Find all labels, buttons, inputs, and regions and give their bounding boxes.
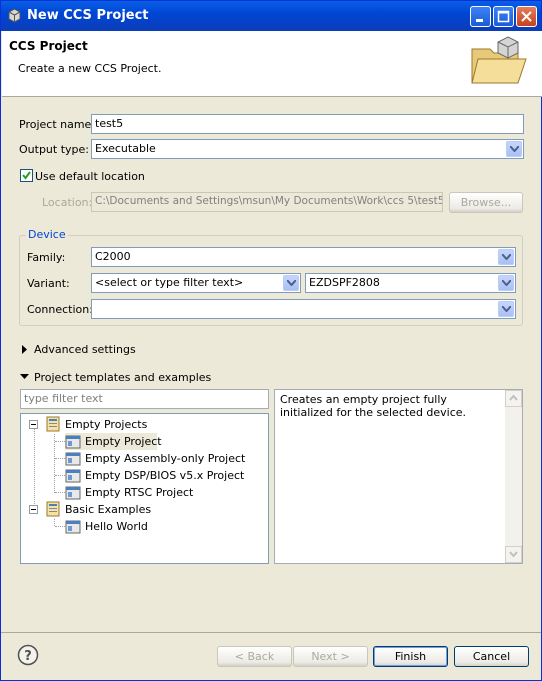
variant-value: EZDSPF2808 <box>309 276 380 289</box>
connection-select[interactable] <box>91 299 516 319</box>
chevron-down-icon[interactable] <box>498 275 514 291</box>
tree-guide-line <box>55 492 65 493</box>
chevron-down-icon[interactable] <box>498 249 514 265</box>
template-category-icon <box>46 416 60 432</box>
back-button[interactable]: < Back <box>217 646 292 667</box>
tree-guide-line <box>55 458 65 459</box>
project-name-input[interactable]: test5 <box>91 114 524 134</box>
new-ccs-project-dialog: New CCS Project CCS Project Create a new… <box>0 0 542 681</box>
minimize-button[interactable] <box>470 6 491 27</box>
page-description: Create a new CCS Project. <box>18 62 162 75</box>
maximize-icon <box>497 10 510 23</box>
tree-item-empty-assembly-project[interactable]: Empty Assembly-only Project <box>65 450 265 467</box>
tree-item-label: Empty Projects <box>65 418 148 431</box>
tree-item-empty-project[interactable]: Empty Project <box>65 433 162 450</box>
tree-item-hello-world[interactable]: Hello World <box>65 518 265 535</box>
device-group-title: Device <box>26 228 68 241</box>
output-type-value: Executable <box>95 142 156 155</box>
template-description-text: Creates an empty project fully initializ… <box>280 393 467 419</box>
advanced-settings-toggle[interactable]: Advanced settings <box>34 343 136 356</box>
project-template-icon <box>65 435 81 449</box>
maximize-button[interactable] <box>493 6 514 27</box>
scroll-down-button[interactable] <box>505 546 522 563</box>
tree-guide-line <box>54 434 55 493</box>
family-value: C2000 <box>95 250 131 263</box>
project-name-label: Project name: <box>19 118 96 131</box>
tree-item-empty-projects[interactable]: Empty Projects <box>45 416 245 433</box>
tree-item-label: Empty RTSC Project <box>85 486 194 499</box>
variant-filter-value: <select or type filter text> <box>95 276 244 289</box>
tree-item-empty-dspbios-project[interactable]: Empty DSP/BIOS v5.x Project <box>65 467 265 484</box>
next-button[interactable]: Next > <box>293 646 368 667</box>
description-scrollbar[interactable] <box>505 390 522 563</box>
variant-filter-select[interactable]: <select or type filter text> <box>91 273 301 293</box>
tree-item-empty-rtsc-project[interactable]: Empty RTSC Project <box>65 484 265 501</box>
close-button[interactable] <box>516 6 537 27</box>
templates-toggle[interactable]: Project templates and examples <box>34 371 211 384</box>
collapse-icon[interactable] <box>29 505 38 514</box>
tree-item-label: Empty Assembly-only Project <box>85 452 246 465</box>
chevron-down-icon[interactable] <box>498 301 514 317</box>
collapse-icon[interactable] <box>29 420 38 429</box>
chevron-up-icon <box>509 394 518 401</box>
tree-item-label: Empty Project <box>85 435 162 448</box>
location-input[interactable]: C:\Documents and Settings\msun\My Docume… <box>91 192 443 212</box>
chevron-down-icon[interactable] <box>20 374 29 380</box>
app-icon <box>8 8 21 23</box>
template-tree[interactable]: Empty Projects Empty Project Empty Assem… <box>20 413 269 564</box>
project-template-icon <box>65 486 81 500</box>
tree-item-label: Hello World <box>85 520 148 533</box>
project-template-icon <box>65 452 81 466</box>
browse-button[interactable]: Browse... <box>449 192 523 213</box>
variant-label: Variant: <box>27 277 70 290</box>
checkmark-icon <box>22 171 31 180</box>
svg-text:?: ? <box>24 649 32 664</box>
variant-select[interactable]: EZDSPF2808 <box>305 273 516 293</box>
window-title: New CCS Project <box>27 8 149 23</box>
output-type-select[interactable]: Executable <box>91 139 524 159</box>
family-select[interactable]: C2000 <box>91 247 516 267</box>
page-title: CCS Project <box>9 39 88 53</box>
new-project-folder-icon <box>471 36 527 84</box>
chevron-down-icon[interactable] <box>283 275 299 291</box>
finish-button[interactable]: Finish <box>373 646 448 667</box>
chevron-down-icon[interactable] <box>506 141 522 157</box>
tree-guide-line <box>55 441 65 442</box>
close-icon <box>521 11 532 22</box>
tree-item-label: Empty DSP/BIOS v5.x Project <box>85 469 245 482</box>
tree-item-label: Basic Examples <box>65 503 152 516</box>
output-type-label: Output type: <box>19 143 89 156</box>
template-category-icon <box>46 501 60 517</box>
family-label: Family: <box>27 251 66 264</box>
tree-guide-line <box>54 519 55 526</box>
minimize-icon <box>476 19 483 22</box>
tree-guide-line <box>55 526 65 527</box>
cancel-button[interactable]: Cancel <box>454 646 529 667</box>
use-default-location-checkbox[interactable] <box>20 169 33 182</box>
use-default-location-label[interactable]: Use default location <box>35 170 145 183</box>
scroll-up-button[interactable] <box>505 390 522 407</box>
location-label: Location: <box>42 196 93 209</box>
help-icon[interactable]: ? <box>17 644 39 666</box>
wizard-header: CCS Project Create a new CCS Project. <box>2 31 542 97</box>
footer-separator <box>1 632 541 633</box>
template-filter-input[interactable]: type filter text <box>20 389 269 409</box>
title-bar[interactable]: New CCS Project <box>1 1 541 31</box>
template-description-panel: Creates an empty project fully initializ… <box>274 389 523 564</box>
project-template-icon <box>65 469 81 483</box>
chevron-down-icon <box>509 551 518 558</box>
tree-item-basic-examples[interactable]: Basic Examples <box>45 501 245 518</box>
tree-guide-line <box>55 475 65 476</box>
project-template-icon <box>65 520 81 534</box>
chevron-right-icon[interactable] <box>22 345 28 354</box>
tree-guide-line <box>34 429 35 514</box>
connection-label: Connection: <box>27 303 93 316</box>
